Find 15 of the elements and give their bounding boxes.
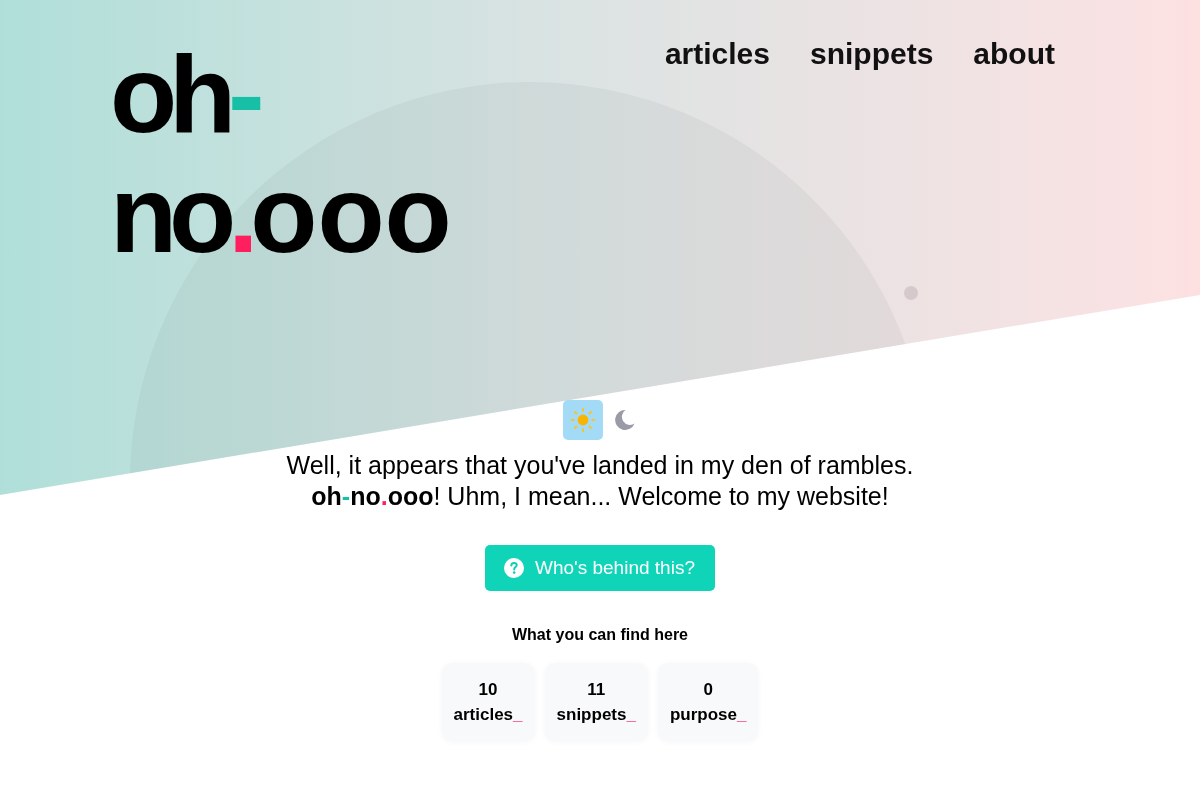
site-logo[interactable]: oh- no.ooo (110, 34, 452, 274)
stat-count: 11 (587, 679, 606, 701)
stat-count: 10 (478, 679, 498, 701)
sun-icon (570, 407, 596, 433)
stat-label: purpose_ (669, 704, 747, 726)
question-circle-icon (504, 558, 524, 578)
nav-link[interactable]: about (973, 35, 1055, 73)
nav-link[interactable]: articles (664, 35, 770, 73)
intro-text: Well, it appears that you've landed in my den of rambles. oh-no.ooo! Uhm, I mean... Welcome to my website! (286, 450, 914, 512)
nav-link[interactable]: snippets (810, 35, 934, 73)
stat-label: snippets_ (556, 704, 636, 726)
stat-label: articles_ (453, 704, 523, 726)
moon-icon (613, 409, 635, 431)
stats-heading: What you can find here (512, 625, 688, 645)
stat-count: 0 (703, 679, 713, 701)
